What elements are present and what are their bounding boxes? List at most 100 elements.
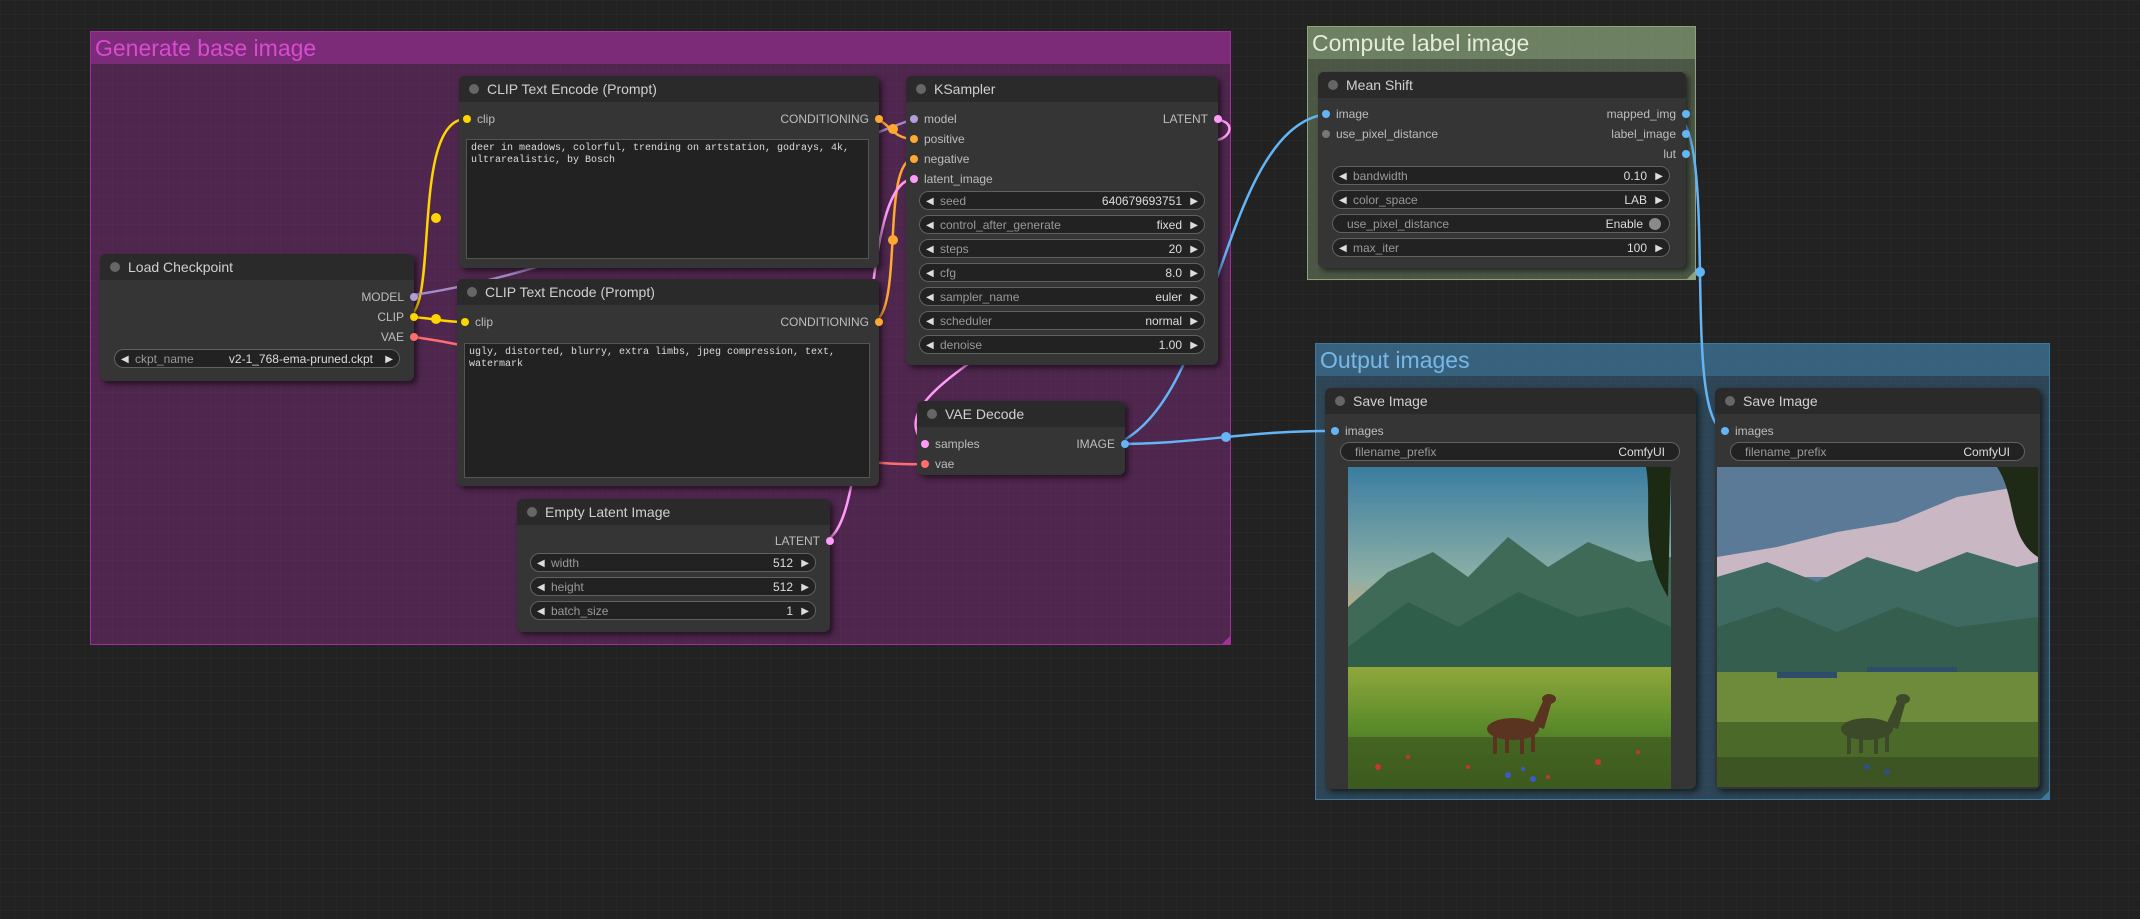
arrow-right-icon[interactable]: ▶	[1190, 264, 1198, 283]
arrow-left-icon[interactable]: ◀	[926, 312, 934, 331]
input-images[interactable]: images	[1331, 421, 1471, 441]
node-header[interactable]: Mean Shift	[1318, 72, 1686, 98]
use-pixel-distance-toggle[interactable]: use_pixel_distance Enable	[1332, 214, 1670, 233]
arrow-left-icon[interactable]: ◀	[926, 216, 934, 235]
input-pin-icon[interactable]	[910, 135, 918, 143]
output-lut[interactable]: lut	[1550, 144, 1690, 164]
collapse-dot-icon[interactable]	[110, 262, 120, 272]
arrow-right-icon[interactable]: ▶	[801, 554, 809, 573]
input-images[interactable]: images	[1721, 421, 1861, 441]
sampler-name-combo[interactable]: ◀ sampler_name euler ▶	[919, 287, 1205, 306]
collapse-dot-icon[interactable]	[927, 409, 937, 419]
width-number[interactable]: ◀ width 512 ▶	[530, 553, 816, 572]
arrow-left-icon[interactable]: ◀	[537, 602, 545, 621]
node-header[interactable]: Save Image	[1715, 388, 2040, 414]
input-pin-icon[interactable]	[1331, 427, 1339, 435]
input-negative[interactable]: negative	[910, 149, 1050, 169]
arrow-left-icon[interactable]: ◀	[926, 192, 934, 211]
color-space-combo[interactable]: ◀ color_space LAB ▶	[1332, 190, 1670, 209]
arrow-left-icon[interactable]: ◀	[926, 336, 934, 355]
batch-size-number[interactable]: ◀ batch_size 1 ▶	[530, 601, 816, 620]
collapse-dot-icon[interactable]	[1725, 396, 1735, 406]
output-pin-icon[interactable]	[1682, 110, 1690, 118]
output-image-preview[interactable]	[1717, 467, 2038, 787]
height-number[interactable]: ◀ height 512 ▶	[530, 577, 816, 596]
output-pin-icon[interactable]	[1682, 150, 1690, 158]
collapse-dot-icon[interactable]	[527, 507, 537, 517]
bandwidth-number[interactable]: ◀ bandwidth 0.10 ▶	[1332, 166, 1670, 185]
max-iter-number[interactable]: ◀ max_iter 100 ▶	[1332, 238, 1670, 257]
node-vae-decode[interactable]: VAE Decode samples vae IMAGE	[917, 401, 1129, 475]
input-pin-icon[interactable]	[463, 115, 471, 123]
input-image[interactable]: image	[1322, 104, 1462, 124]
arrow-right-icon[interactable]: ▶	[1190, 192, 1198, 211]
output-image[interactable]: IMAGE	[1029, 434, 1129, 454]
output-image-preview[interactable]	[1348, 467, 1671, 789]
toggle-knob-icon[interactable]	[1649, 218, 1661, 230]
output-pin-icon[interactable]	[875, 115, 883, 123]
arrow-left-icon[interactable]: ◀	[537, 554, 545, 573]
output-clip[interactable]: CLIP	[298, 307, 418, 327]
output-pin-icon[interactable]	[410, 293, 418, 301]
input-pin-icon[interactable]	[1322, 130, 1330, 138]
output-latent[interactable]: LATENT	[694, 531, 834, 551]
scheduler-combo[interactable]: ◀ scheduler normal ▶	[919, 311, 1205, 330]
cfg-number[interactable]: ◀ cfg 8.0 ▶	[919, 263, 1205, 282]
ckpt-name-combo[interactable]: ◀ ckpt_name v2-1_768-ema-pruned.ckpt ▶	[114, 349, 400, 368]
collapse-dot-icon[interactable]	[1328, 80, 1338, 90]
input-pin-icon[interactable]	[910, 115, 918, 123]
node-save-image-1[interactable]: Save Image images filename_prefix ComfyU…	[1325, 388, 1696, 789]
node-mean-shift[interactable]: Mean Shift image use_pixel_distance mapp…	[1318, 72, 1690, 268]
arrow-right-icon[interactable]: ▶	[1190, 336, 1198, 355]
arrow-right-icon[interactable]: ▶	[1655, 191, 1663, 210]
arrow-right-icon[interactable]: ▶	[801, 578, 809, 597]
node-empty-latent-image[interactable]: Empty Latent Image LATENT ◀ width 512 ▶ …	[517, 499, 834, 632]
node-ksampler[interactable]: KSampler model positive negative latent_…	[906, 76, 1222, 365]
output-mapped-img[interactable]: mapped_img	[1550, 104, 1690, 124]
node-header[interactable]: Save Image	[1325, 388, 1696, 414]
arrow-right-icon[interactable]: ▶	[1190, 288, 1198, 307]
node-header[interactable]: CLIP Text Encode (Prompt)	[459, 76, 879, 102]
output-conditioning[interactable]: CONDITIONING	[683, 312, 883, 332]
node-header[interactable]: Empty Latent Image	[517, 499, 830, 525]
output-pin-icon[interactable]	[1121, 440, 1129, 448]
input-latent-image[interactable]: latent_image	[910, 169, 1050, 189]
arrow-left-icon[interactable]: ◀	[537, 578, 545, 597]
node-header[interactable]: Load Checkpoint	[100, 254, 414, 280]
output-pin-icon[interactable]	[410, 313, 418, 321]
arrow-right-icon[interactable]: ▶	[385, 350, 393, 369]
input-pin-icon[interactable]	[921, 440, 929, 448]
input-clip[interactable]: clip	[463, 109, 603, 129]
input-pin-icon[interactable]	[910, 155, 918, 163]
arrow-right-icon[interactable]: ▶	[1190, 312, 1198, 331]
seed-number[interactable]: ◀ seed 640679693751 ▶	[919, 191, 1205, 210]
output-vae[interactable]: VAE	[298, 327, 418, 347]
node-header[interactable]: CLIP Text Encode (Prompt)	[457, 279, 879, 305]
filename-prefix-text[interactable]: filename_prefix ComfyUI	[1730, 442, 2025, 461]
input-positive[interactable]: positive	[910, 129, 1050, 149]
output-pin-icon[interactable]	[1682, 130, 1690, 138]
node-load-checkpoint[interactable]: Load Checkpoint MODEL CLIP VAE ◀ ckpt_na…	[100, 254, 418, 381]
output-label-image[interactable]: label_image	[1550, 124, 1690, 144]
prompt-textarea[interactable]: ugly, distorted, blurry, extra limbs, jp…	[464, 343, 870, 478]
prompt-textarea[interactable]: deer in meadows, colorful, trending on a…	[466, 139, 869, 259]
filename-prefix-text[interactable]: filename_prefix ComfyUI	[1340, 442, 1680, 461]
input-model[interactable]: model	[910, 109, 1050, 129]
input-pin-icon[interactable]	[910, 175, 918, 183]
input-pin-icon[interactable]	[1322, 110, 1330, 118]
arrow-left-icon[interactable]: ◀	[926, 288, 934, 307]
collapse-dot-icon[interactable]	[1335, 396, 1345, 406]
node-clip-text-encode-negative[interactable]: CLIP Text Encode (Prompt) clip CONDITION…	[457, 279, 883, 486]
arrow-left-icon[interactable]: ◀	[1339, 239, 1347, 258]
collapse-dot-icon[interactable]	[916, 84, 926, 94]
arrow-left-icon[interactable]: ◀	[926, 264, 934, 283]
output-pin-icon[interactable]	[875, 318, 883, 326]
control-after-generate-combo[interactable]: ◀ control_after_generate fixed ▶	[919, 215, 1205, 234]
output-pin-icon[interactable]	[410, 333, 418, 341]
input-clip[interactable]: clip	[461, 312, 601, 332]
output-pin-icon[interactable]	[826, 537, 834, 545]
input-pin-icon[interactable]	[461, 318, 469, 326]
output-conditioning[interactable]: CONDITIONING	[683, 109, 883, 129]
arrow-right-icon[interactable]: ▶	[1190, 240, 1198, 259]
node-header[interactable]: VAE Decode	[917, 401, 1125, 427]
